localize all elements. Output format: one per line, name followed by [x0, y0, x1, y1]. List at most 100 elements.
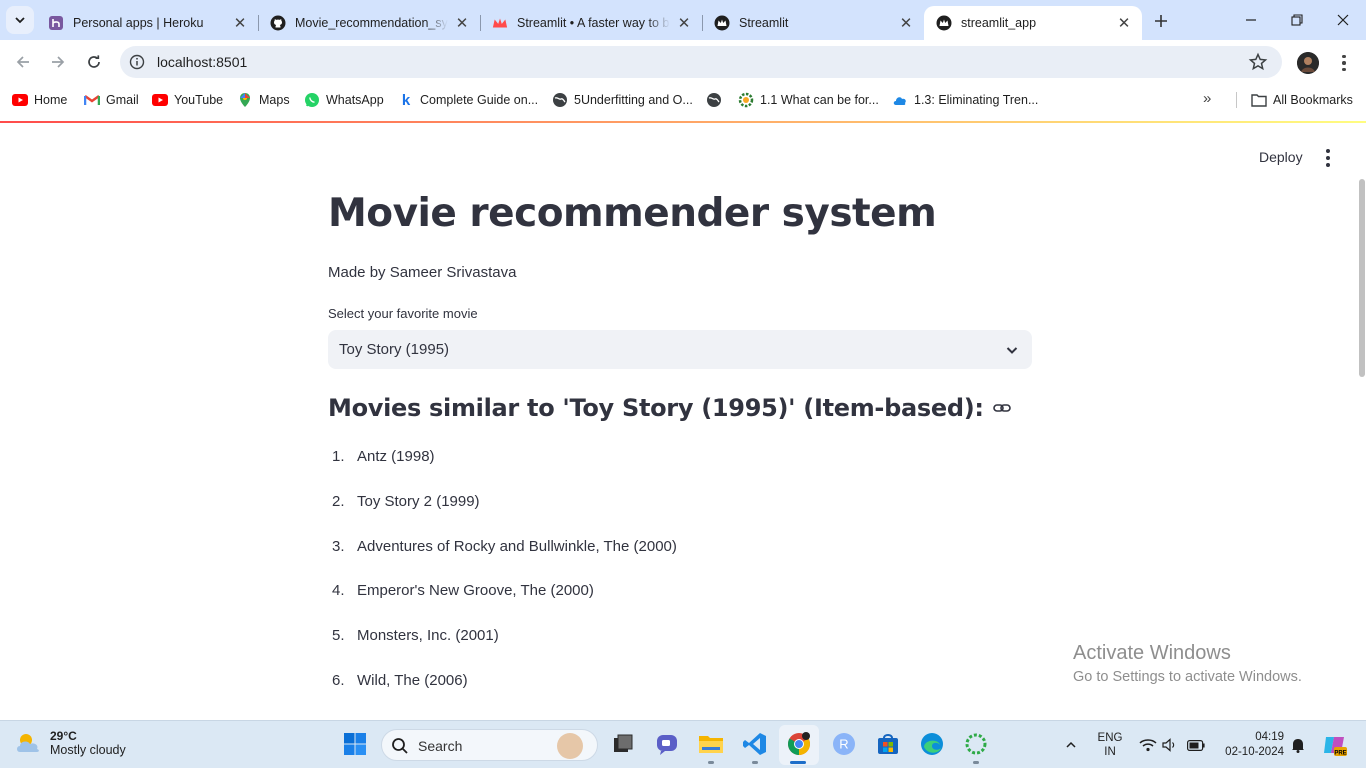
bookmark-star-icon[interactable] [1248, 52, 1268, 72]
profile-avatar[interactable] [1297, 52, 1319, 74]
teams-chat-button[interactable] [654, 731, 680, 757]
minimize-icon [1246, 19, 1256, 21]
bookmarks-overflow-button[interactable]: » [1203, 90, 1211, 107]
bookmark-home[interactable]: Home [12, 91, 67, 109]
bookmark-gmail[interactable]: Gmail [84, 91, 139, 109]
close-icon [1337, 14, 1349, 26]
copilot-icon: PRE [1324, 737, 1347, 757]
tab-streamlit-home[interactable]: Streamlit • A faster way to build and sh… [480, 6, 703, 40]
list-number: 4. [332, 582, 345, 600]
minimize-button[interactable] [1228, 0, 1274, 40]
language-indicator[interactable]: ENG IN [1093, 731, 1127, 759]
bookmark-whatsapp[interactable]: WhatsApp [304, 91, 384, 109]
wifi-status[interactable] [1137, 721, 1159, 768]
close-icon[interactable]: ✕ [898, 15, 914, 32]
tab-title: Streamlit [739, 16, 789, 30]
wifi-icon [1139, 739, 1157, 752]
bookmark-label: 1.1 What can be for... [760, 93, 879, 107]
battery-status[interactable] [1184, 721, 1208, 768]
bookmarks-separator [1236, 92, 1237, 108]
file-explorer-button[interactable] [698, 731, 724, 757]
all-bookmarks-button[interactable]: All Bookmarks [1251, 91, 1353, 109]
start-button[interactable] [342, 731, 368, 757]
url-text[interactable]: localhost:8501 [157, 54, 247, 70]
heroku-icon [48, 15, 64, 31]
search-icon [392, 738, 408, 754]
weather-widget[interactable]: 29°C Mostly cloudy [14, 728, 126, 758]
main-menu-button[interactable] [1320, 149, 1336, 167]
site-info-icon[interactable] [129, 54, 145, 70]
deploy-button[interactable]: Deploy [1249, 147, 1313, 167]
restore-button[interactable] [1274, 0, 1320, 40]
bookmark-globe[interactable] [706, 91, 728, 109]
vscode-icon [743, 733, 766, 755]
movie-title: Toy Story 2 (1999) [357, 492, 480, 510]
avatar-icon [1297, 52, 1319, 74]
bookmark-underfitting[interactable]: 5Underfitting and O... [552, 91, 693, 109]
streamlit-icon [936, 15, 952, 31]
active-app-indicator [790, 761, 806, 764]
store-icon [878, 734, 898, 754]
anchor-link-icon[interactable] [992, 398, 1012, 418]
bookmark-label: Gmail [106, 93, 139, 107]
edge-button[interactable] [919, 731, 945, 757]
bookmark-label: Home [34, 93, 68, 107]
watermark-subtitle: Go to Settings to activate Windows. [1073, 669, 1302, 685]
whatsapp-icon [304, 92, 320, 108]
page-scrollbar[interactable] [1359, 179, 1365, 377]
page-title: Movie recommender system [328, 191, 937, 236]
movie-select-label: Select your favorite movie [328, 306, 478, 321]
taskbar-search[interactable]: Search [381, 729, 598, 761]
tab-search-button[interactable] [6, 6, 34, 34]
new-tab-button[interactable] [1148, 8, 1174, 34]
r-avatar-icon: R [833, 733, 855, 755]
bookmark-complete-guide[interactable]: k Complete Guide on... [398, 91, 538, 109]
close-icon[interactable]: ✕ [454, 15, 470, 32]
movie-title: Adventures of Rocky and Bullwinkle, The … [357, 537, 677, 555]
bookmark-maps[interactable]: Maps [237, 91, 290, 109]
chevron-down-icon [15, 17, 25, 24]
browser-menu-button[interactable] [1336, 52, 1352, 74]
copilot-button[interactable]: PRE [1320, 721, 1350, 768]
bookmark-what-can-be[interactable]: 1.1 What can be for... [738, 91, 879, 109]
chrome-button[interactable] [786, 731, 812, 757]
clock[interactable]: 04:19 02-10-2024 [1212, 730, 1284, 760]
spinner-icon [965, 733, 987, 755]
close-icon[interactable]: ✕ [232, 15, 248, 32]
tab-streamlit[interactable]: Streamlit ✕ [702, 6, 924, 40]
tab-streamlit-app[interactable]: streamlit_app ✕ [924, 6, 1142, 40]
movie-select[interactable]: Toy Story (1995) [328, 330, 1032, 369]
volume-status[interactable] [1159, 721, 1181, 768]
running-indicator [708, 761, 714, 764]
close-window-button[interactable] [1320, 0, 1366, 40]
movie-title: Antz (1998) [357, 448, 435, 465]
globe-icon [706, 92, 722, 108]
tab-heroku[interactable]: Personal apps | Heroku ✕ [36, 6, 259, 40]
tray-overflow-button[interactable] [1060, 721, 1082, 768]
task-view-button[interactable] [610, 731, 636, 757]
plus-icon [1155, 15, 1167, 27]
back-button[interactable] [8, 47, 38, 77]
close-icon[interactable]: ✕ [1116, 15, 1132, 32]
search-placeholder: Search [418, 738, 463, 754]
activate-windows-watermark: Activate Windows Go to Settings to activ… [1073, 642, 1302, 685]
loading-app-button[interactable] [963, 731, 989, 757]
notifications-button[interactable] [1288, 721, 1308, 768]
reload-icon [88, 55, 100, 68]
reload-button[interactable] [79, 47, 109, 77]
vscode-button[interactable] [742, 731, 768, 757]
tab-github[interactable]: Movie_recommendation_system ✕ [258, 6, 481, 40]
address-bar[interactable]: localhost:8501 [120, 46, 1282, 78]
browser-toolbar: localhost:8501 [0, 40, 1366, 85]
bookmark-youtube[interactable]: YouTube [152, 91, 223, 109]
github-icon [270, 15, 286, 31]
bookmark-eliminating-trends[interactable]: 1.3: Eliminating Tren... [892, 91, 1038, 109]
folder-icon [699, 736, 723, 753]
clock-date: 02-10-2024 [1225, 746, 1284, 758]
store-button[interactable] [875, 731, 901, 757]
close-icon[interactable]: ✕ [676, 15, 692, 32]
profile-r-button[interactable]: R [831, 731, 857, 757]
forward-button[interactable] [43, 47, 73, 77]
results-heading-text: Movies similar to 'Toy Story (1995)' (It… [328, 394, 984, 422]
tab-title: Streamlit • A faster way to build and sh… [517, 16, 670, 30]
